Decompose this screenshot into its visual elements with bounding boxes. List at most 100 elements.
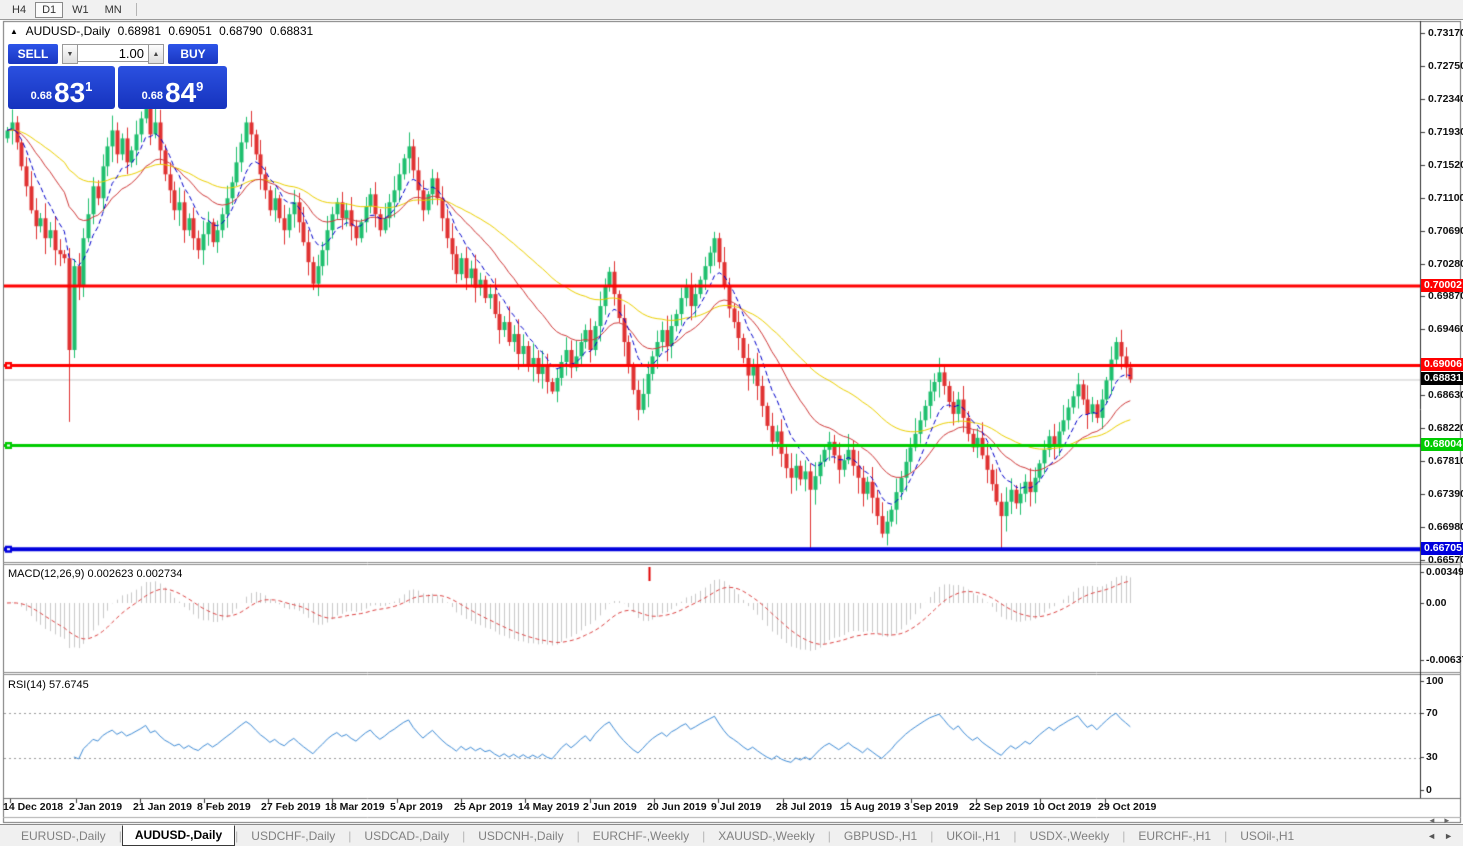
date-axis-label: 15 Aug 2019 [840,801,901,813]
date-axis-label: 8 Feb 2019 [197,801,251,813]
macd-axis-label: 0.00 [1426,597,1446,609]
price-axis-badge: 0.68831 [1421,372,1463,385]
date-axis-label: 27 Feb 2019 [261,801,321,813]
date-axis-label: 28 Jul 2019 [776,801,832,813]
buy-price-panel[interactable]: 0.68 84 9 [118,66,227,109]
macd-main-value: 0.002623 [87,568,133,580]
price-axis-label: 0.70690 [1428,225,1463,237]
chart-tab-bar: EURUSD-,Daily|AUDUSD-,Daily|USDCHF-,Dail… [0,824,1463,846]
macd-name: MACD(12,26,9) [8,568,84,580]
timeframe-button-d1[interactable]: D1 [35,2,63,18]
sell-price-prefix: 0.68 [31,90,52,102]
volume-decrease-button[interactable]: ▼ [62,44,78,64]
chart-tab-audusd-daily[interactable]: AUDUSD-,Daily [122,825,235,846]
macd-axis-label: -0.00637 [1426,654,1463,666]
chart-tab-gbpusd-h1[interactable]: GBPUSD-,H1 [831,827,930,845]
chart-title: ▲ AUDUSD-,Daily 0.68981 0.69051 0.68790 … [10,24,317,38]
price-axis-badge: 0.66705 [1421,542,1463,555]
tabs-scroll-right-icon[interactable]: ► [1444,831,1453,841]
date-axis-label: 3 Sep 2019 [904,801,958,813]
collapse-panel-icon[interactable]: ▲ [10,27,18,36]
price-chart-canvas[interactable] [0,0,1463,846]
volume-increase-button[interactable]: ▲ [148,44,164,64]
scroll-right-icon[interactable]: ► [1443,818,1451,823]
date-axis-label: 21 Jan 2019 [133,801,192,813]
date-axis: 14 Dec 2018 2 Jan 2019 21 Jan 2019 8 Feb 20… [0,801,1420,817]
sell-price-pip: 1 [85,79,92,94]
date-axis-label: 10 Oct 2019 [1033,801,1091,813]
price-axis-label: 0.73170 [1428,27,1463,39]
symbol-period-label: AUDUSD-,Daily [26,24,111,38]
quote-open: 0.68981 [118,24,161,38]
buy-button[interactable]: BUY [168,44,218,64]
date-axis-label: 14 Dec 2018 [3,801,63,813]
tabs-scroll-left-icon[interactable]: ◄ [1427,831,1436,841]
date-axis-label: 9 Jul 2019 [711,801,761,813]
volume-input[interactable] [78,44,148,62]
chart-tab-eurusd-daily[interactable]: EURUSD-,Daily [8,827,119,845]
buy-price-pip: 9 [196,79,203,94]
date-axis-label: 18 Mar 2019 [325,801,385,813]
price-axis-badge: 0.68004 [1421,438,1463,451]
price-axis-label: 0.71520 [1428,159,1463,171]
price-axis-label: 0.72750 [1428,60,1463,72]
chart-scrollbar: ◄ ► [1428,818,1461,823]
timeframe-button-mn[interactable]: MN [98,2,129,18]
date-axis-label: 29 Oct 2019 [1098,801,1156,813]
date-axis-label: 14 May 2019 [518,801,579,813]
price-axis-label: 0.70280 [1428,258,1463,270]
price-axis-label: 0.71100 [1428,192,1463,204]
buy-price-prefix: 0.68 [142,90,163,102]
buy-price-big: 84 [165,80,196,106]
tab-nav-arrows: ◄ ► [1427,831,1453,841]
chart-tab-usdcad-daily[interactable]: USDCAD-,Daily [351,827,462,845]
rsi-label: RSI(14) 57.6745 [8,679,89,691]
timeframe-buttons: H4D1W1MN [4,2,130,18]
rsi-axis-label: 30 [1426,751,1438,763]
macd-signal-value: 0.002734 [136,568,182,580]
timeframe-toolbar: H4D1W1MN [0,0,1463,20]
chart-tab-ukoil-h1[interactable]: UKOil-,H1 [933,827,1013,845]
chart-tab-usdcnh-daily[interactable]: USDCNH-,Daily [465,827,576,845]
quote-low: 0.68790 [219,24,262,38]
price-axis-label: 0.68630 [1428,389,1463,401]
chart-tab-xauusd-weekly[interactable]: XAUUSD-,Weekly [705,827,827,845]
mt4-window: { "toolbar": { "timeframes": [ {"label":… [0,0,1463,846]
chart-tab-usdx-weekly[interactable]: USDX-,Weekly [1017,827,1123,845]
price-axis-label: 0.71930 [1428,126,1463,138]
price-axis-label: 0.66980 [1428,521,1463,533]
price-axis-label: 0.67810 [1428,455,1463,467]
rsi-value: 57.6745 [49,679,89,691]
chart-tab-eurchf-h1[interactable]: EURCHF-,H1 [1125,827,1224,845]
one-click-trade-panel: SELL ▼ ▲ BUY 0.68 83 1 0.68 84 9 [8,44,227,109]
chart-tabs: EURUSD-,Daily|AUDUSD-,Daily|USDCHF-,Dail… [8,827,1307,846]
rsi-axis-label: 70 [1426,707,1438,719]
date-axis-label: 5 Apr 2019 [390,801,443,813]
sell-button[interactable]: SELL [8,44,58,64]
price-axis-label: 0.68220 [1428,422,1463,434]
rsi-name: RSI(14) [8,679,46,691]
chart-tab-eurchf-weekly[interactable]: EURCHF-,Weekly [580,827,702,845]
price-axis-label: 0.69460 [1428,323,1463,335]
price-axis-label: 0.67390 [1428,488,1463,500]
sell-price-panel[interactable]: 0.68 83 1 [8,66,115,109]
quote-close: 0.68831 [270,24,313,38]
toolbar-separator [136,3,137,16]
rsi-axis-label: 0 [1426,784,1432,796]
chart-tab-usdchf-daily[interactable]: USDCHF-,Daily [238,827,348,845]
date-axis-label: 25 Apr 2019 [454,801,513,813]
date-axis-label: 20 Jun 2019 [647,801,707,813]
quote-high: 0.69051 [168,24,211,38]
price-axis-badge: 0.70002 [1421,279,1463,292]
chart-tab-usoil-h1[interactable]: USOil-,H1 [1227,827,1307,845]
sell-price-big: 83 [54,80,85,106]
scroll-left-icon[interactable]: ◄ [1428,818,1436,823]
macd-axis-label: 0.00349 [1426,566,1463,578]
timeframe-button-w1[interactable]: W1 [65,2,96,18]
price-axis-label: 0.72340 [1428,93,1463,105]
date-axis-label: 2 Jan 2019 [69,801,122,813]
spin-up-icon: ▲ [153,51,160,58]
date-axis-label: 22 Sep 2019 [969,801,1029,813]
price-axis-badge: 0.69006 [1421,358,1463,371]
timeframe-button-h4[interactable]: H4 [5,2,33,18]
